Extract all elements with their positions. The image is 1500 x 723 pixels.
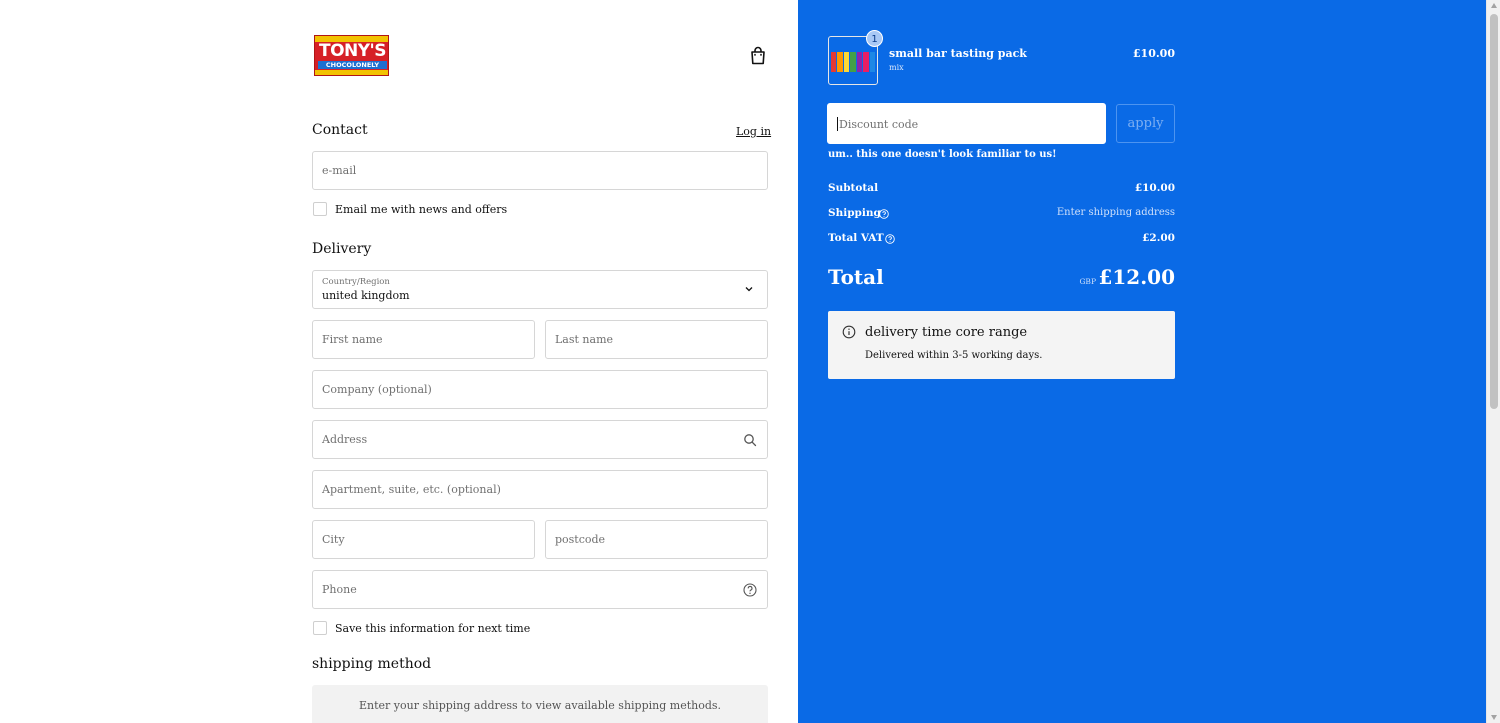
product-name: small bar tasting pack xyxy=(889,47,1027,60)
shipping-method-heading: shipping method xyxy=(312,656,432,672)
checkout-form-panel: TONY'S CHOCOLONELY Contact Log in e-mail… xyxy=(0,0,798,723)
product-price: £10.00 xyxy=(1132,47,1175,60)
total-value: £12.00 xyxy=(1098,265,1175,289)
delivery-heading: Delivery xyxy=(312,241,372,257)
postcode-placeholder: postcode xyxy=(555,533,606,546)
address-placeholder: Address xyxy=(322,433,368,446)
city-placeholder: City xyxy=(322,533,345,546)
subtotal-label: Subtotal xyxy=(828,182,879,194)
scroll-up-arrow-icon[interactable] xyxy=(1491,3,1497,8)
brand-logo[interactable]: TONY'S CHOCOLONELY xyxy=(314,35,389,76)
search-icon[interactable] xyxy=(743,433,757,447)
newsletter-option[interactable]: Email me with news and offers xyxy=(313,202,507,216)
phone-field[interactable]: Phone xyxy=(312,570,768,609)
info-icon xyxy=(842,325,856,339)
apply-discount-button[interactable]: apply xyxy=(1116,104,1175,143)
login-link[interactable]: Log in xyxy=(736,125,771,138)
city-field[interactable]: City xyxy=(312,520,535,559)
scroll-down-arrow-icon[interactable] xyxy=(1491,715,1497,720)
address-field[interactable]: Address xyxy=(312,420,768,459)
last-name-field[interactable]: Last name xyxy=(545,320,768,359)
vat-label: Total VAT xyxy=(828,232,884,244)
product-bars-illustration xyxy=(831,52,875,72)
newsletter-label: Email me with news and offers xyxy=(335,202,508,216)
newsletter-checkbox[interactable] xyxy=(313,202,327,216)
apartment-placeholder: Apartment, suite, etc. (optional) xyxy=(322,483,501,496)
product-variant: mix xyxy=(889,63,904,72)
scrollbar-thumb[interactable] xyxy=(1490,14,1498,409)
shipping-label: Shipping xyxy=(828,207,881,219)
discount-error-message: um.. this one doesn't look familiar to u… xyxy=(828,149,1057,160)
delivery-info-title: delivery time core range xyxy=(865,325,1028,340)
save-info-option[interactable]: Save this information for next time xyxy=(313,621,530,635)
phone-placeholder: Phone xyxy=(322,583,357,596)
apartment-field[interactable]: Apartment, suite, etc. (optional) xyxy=(312,470,768,509)
company-field[interactable]: Company (optional) xyxy=(312,370,768,409)
shipping-method-message: Enter your shipping address to view avai… xyxy=(358,699,722,712)
text-caret xyxy=(837,117,838,131)
last-name-placeholder: Last name xyxy=(555,333,614,346)
save-info-checkbox[interactable] xyxy=(313,621,327,635)
delivery-info-text: Delivered within 3-5 working days. xyxy=(865,350,1043,361)
contact-heading: Contact xyxy=(312,122,368,138)
logo-bottom-strip xyxy=(315,70,388,75)
shipping-value: Enter shipping address xyxy=(1056,207,1175,218)
shopping-bag-icon[interactable] xyxy=(749,46,767,65)
page-scrollbar[interactable] xyxy=(1486,0,1500,723)
email-field[interactable]: e-mail xyxy=(312,151,768,190)
country-select[interactable]: Country/Region united kingdom xyxy=(312,270,768,309)
first-name-field[interactable]: First name xyxy=(312,320,535,359)
shipping-method-placeholder-box: Enter your shipping address to view avai… xyxy=(312,685,768,723)
vat-help-icon[interactable] xyxy=(885,234,895,244)
save-info-label: Save this information for next time xyxy=(335,621,531,635)
vat-value: £2.00 xyxy=(1142,232,1175,244)
shipping-help-icon[interactable] xyxy=(879,209,889,219)
postcode-field[interactable]: postcode xyxy=(545,520,768,559)
email-placeholder: e-mail xyxy=(322,164,357,177)
company-placeholder: Company (optional) xyxy=(322,383,432,396)
chevron-down-icon xyxy=(745,287,753,292)
country-label: Country/Region xyxy=(322,277,390,287)
first-name-placeholder: First name xyxy=(322,333,383,346)
country-value: united kingdom xyxy=(322,289,410,302)
help-circle-icon[interactable] xyxy=(743,583,757,597)
logo-wordmark: TONY'S xyxy=(318,41,387,61)
subtotal-value: £10.00 xyxy=(1134,182,1175,194)
delivery-info-box: delivery time core range Delivered withi… xyxy=(828,311,1175,379)
logo-subtitle: CHOCOLONELY xyxy=(318,61,387,69)
discount-code-input[interactable]: Discount code xyxy=(827,103,1106,144)
total-label: Total xyxy=(828,265,884,289)
quantity-badge: 1 xyxy=(866,30,883,47)
discount-placeholder: Discount code xyxy=(839,118,919,131)
